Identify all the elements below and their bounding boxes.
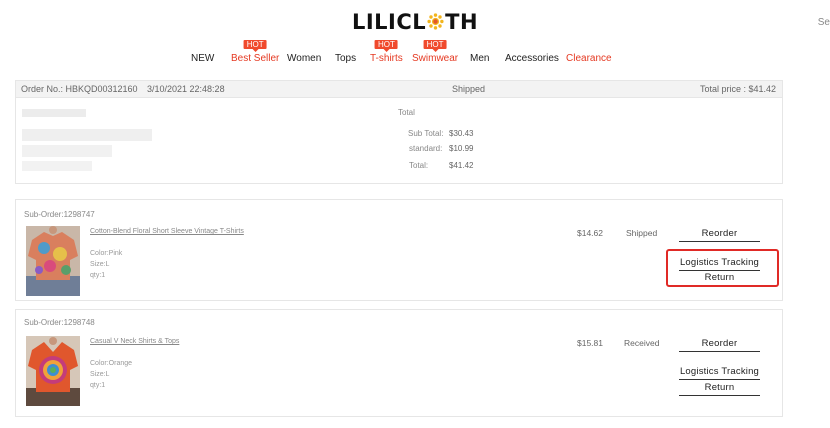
redacted-address-block xyxy=(22,145,112,157)
nav-label: Clearance xyxy=(566,53,612,64)
hot-badge: HOT xyxy=(374,40,398,52)
nav-item-new[interactable]: NEW xyxy=(191,53,214,64)
shipping-value: $10.99 xyxy=(449,144,474,153)
nav-item-best-seller[interactable]: HOT Best Seller xyxy=(231,40,280,64)
product-attributes: Color:Pink Size:L qty:1 xyxy=(90,248,122,281)
search-link[interactable]: Se xyxy=(818,17,830,28)
sub-order-card: Sub-Order:1298748 Casual V Neck Shirts &… xyxy=(15,309,783,417)
product-name-link[interactable]: Cotton-Blend Floral Short Sleeve Vintage… xyxy=(90,228,244,235)
order-datetime: 3/10/2021 22:48:28 xyxy=(147,84,225,94)
order-status: Shipped xyxy=(452,84,486,94)
nav-label: T-shirts xyxy=(370,53,403,64)
logo-text-right: TH xyxy=(445,10,479,34)
reorder-button[interactable]: Reorder xyxy=(679,228,760,242)
nav-label: Accessories xyxy=(505,53,559,64)
redacted-address-block xyxy=(22,161,92,171)
nav-item-swimwear[interactable]: HOT Swimwear xyxy=(412,40,459,64)
site-logo[interactable]: LILICL TH xyxy=(0,10,830,34)
product-qty: qty:1 xyxy=(90,272,106,279)
redacted-address-block xyxy=(22,129,152,141)
tie-dye-shirt-image xyxy=(26,336,80,406)
logo-text-left: LILICL xyxy=(351,10,427,34)
item-status: Received xyxy=(624,338,660,348)
nav-item-t-shirts[interactable]: HOT T-shirts xyxy=(370,40,403,64)
order-header-bar: Order No.: HBKQD00312160 3/10/2021 22:48… xyxy=(15,80,783,98)
nav-item-clearance[interactable]: Clearance xyxy=(566,53,612,64)
main-nav: NEW HOT Best Seller Women Tops HOT T-shi… xyxy=(0,40,830,67)
product-thumbnail[interactable] xyxy=(26,226,80,296)
subtotal-label: Sub Total: xyxy=(408,129,444,138)
nav-item-tops[interactable]: Tops xyxy=(335,53,356,64)
return-button[interactable]: Return xyxy=(679,382,760,396)
sub-order-id: Sub-Order:1298748 xyxy=(24,318,95,327)
hot-badge: HOT xyxy=(243,40,267,52)
floral-shirt-image xyxy=(26,226,80,296)
total-value: $41.42 xyxy=(449,161,474,170)
logistics-tracking-button[interactable]: Logistics Tracking xyxy=(679,366,760,380)
hot-badge: HOT xyxy=(423,40,447,52)
redacted-address-line xyxy=(22,109,86,117)
nav-label: Tops xyxy=(335,53,357,64)
reorder-button[interactable]: Reorder xyxy=(679,338,760,352)
order-number: Order No.: HBKQD00312160 xyxy=(21,84,138,94)
summary-heading: Total xyxy=(398,108,415,117)
product-qty: qty:1 xyxy=(90,382,106,389)
item-price: $14.62 xyxy=(577,228,603,238)
nav-label: Swimwear xyxy=(412,53,459,64)
product-size: Size:L xyxy=(90,261,110,268)
sun-flower-icon xyxy=(427,13,444,30)
item-price: $15.81 xyxy=(577,338,603,348)
product-thumbnail[interactable] xyxy=(26,336,80,406)
item-status: Shipped xyxy=(626,228,658,238)
shipping-label: standard: xyxy=(409,144,443,153)
product-name-link[interactable]: Casual V Neck Shirts & Tops xyxy=(90,338,179,345)
product-color: Color:Pink xyxy=(90,250,123,257)
nav-item-accessories[interactable]: Accessories xyxy=(505,53,559,64)
nav-item-men[interactable]: Men xyxy=(470,53,489,64)
sub-order-id: Sub-Order:1298747 xyxy=(24,210,95,219)
highlight-box xyxy=(666,249,779,287)
nav-label: Women xyxy=(287,53,322,64)
subtotal-value: $30.43 xyxy=(449,129,474,138)
nav-label: Best Seller xyxy=(231,53,280,64)
product-color: Color:Orange xyxy=(90,360,133,367)
nav-label: Men xyxy=(470,53,490,64)
nav-item-women[interactable]: Women xyxy=(287,53,321,64)
total-label: Total: xyxy=(409,161,429,170)
product-attributes: Color:Orange Size:L qty:1 xyxy=(90,358,132,391)
product-size: Size:L xyxy=(90,371,110,378)
nav-label: NEW xyxy=(191,53,215,64)
order-total-price: Total price : $41.42 xyxy=(699,84,776,94)
order-summary-panel: Total Sub Total: $30.43 standard: $10.99… xyxy=(15,97,783,184)
